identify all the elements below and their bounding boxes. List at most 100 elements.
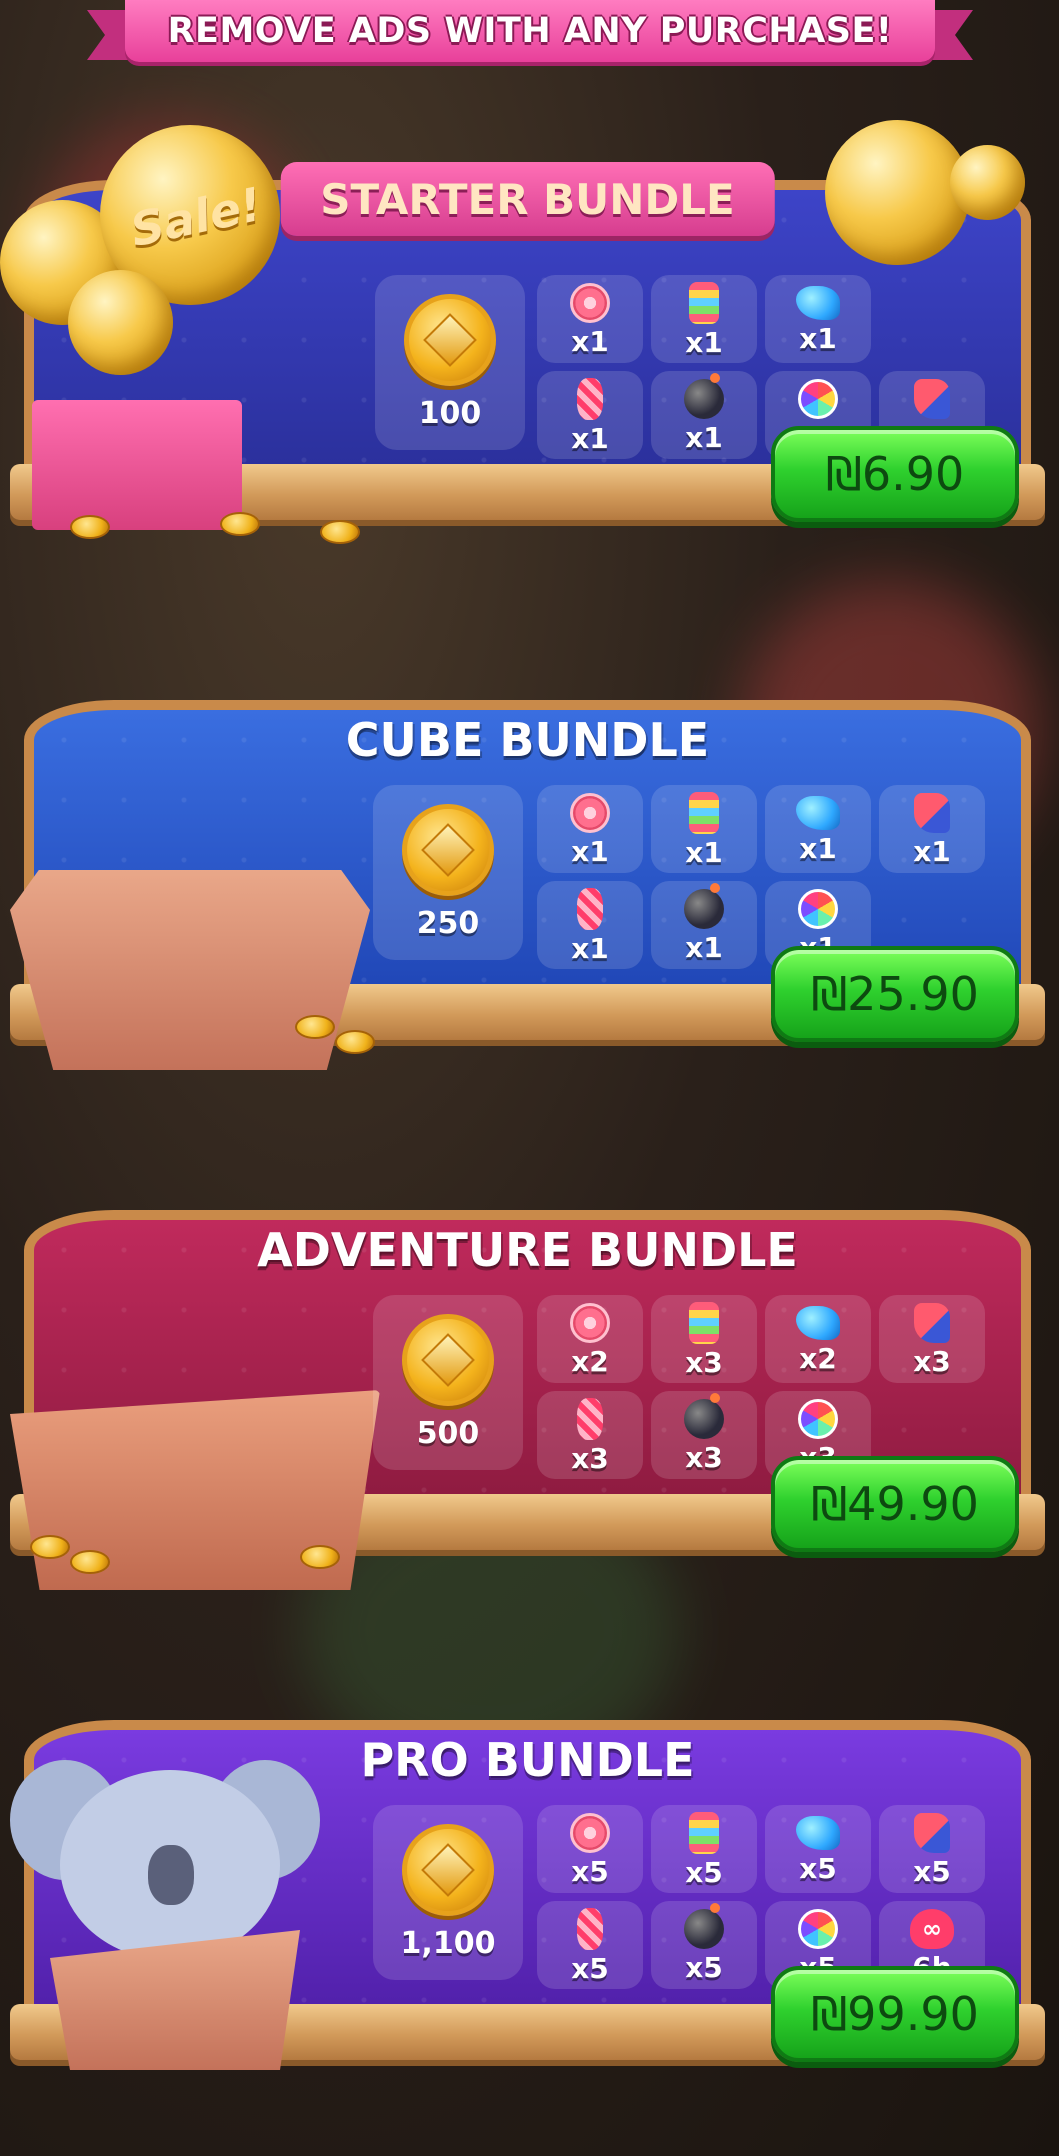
booster-qty: x5: [799, 1851, 837, 1885]
coin-amount: 500: [416, 1416, 480, 1451]
buy-cube-bundle-button[interactable]: ₪25.90: [771, 946, 1019, 1042]
bundle-title-plate: STARTER BUNDLE: [280, 162, 775, 236]
booster-qty: x5: [571, 1951, 609, 1985]
hammer-icon: [914, 792, 950, 833]
candy-rocket-icon: [577, 887, 603, 930]
booster-qty: x5: [571, 1854, 609, 1888]
pinata-llama-icon: [689, 791, 719, 834]
booster-grid: x2 x3 x2 x3 x3 x3 x3: [537, 1295, 985, 1479]
price-label: ₪6.90: [825, 447, 965, 501]
coin-reward: 500: [373, 1295, 523, 1470]
coin-icon: [402, 1824, 494, 1916]
coin-amount: 250: [416, 906, 480, 941]
cube-bundle-card: CUBE BUNDLE 250 x1 x1 x1 x1 x1 x1 x1 ₪25…: [10, 640, 1045, 1070]
booster-item: x5: [765, 1805, 871, 1893]
booster-item: x1: [537, 371, 643, 459]
bundle-title: ADVENTURE BUNDLE: [257, 1223, 798, 1277]
booster-qty: x3: [685, 1440, 723, 1474]
booster-qty: x1: [799, 831, 837, 865]
booster-item: x2: [537, 1295, 643, 1383]
blaster-icon: [796, 1815, 840, 1850]
hammer-icon: [914, 1812, 950, 1853]
bundle-title-plate: ADVENTURE BUNDLE: [217, 1210, 838, 1290]
buy-pro-bundle-button[interactable]: ₪99.90: [771, 1966, 1019, 2062]
coin-icon: [404, 294, 496, 386]
booster-qty: x1: [685, 420, 723, 454]
price-label: ₪25.90: [811, 967, 979, 1021]
booster-item: x5: [537, 1901, 643, 1989]
cardboard-box: [50, 1930, 300, 2070]
remove-ads-text: REMOVE ADS WITH ANY PURCHASE!: [167, 11, 893, 51]
buy-adventure-bundle-button[interactable]: ₪49.90: [771, 1456, 1019, 1552]
coin-reward: 100: [375, 275, 525, 450]
pinata-llama-icon: [689, 1301, 719, 1344]
buy-starter-bundle-button[interactable]: ₪6.90: [771, 426, 1019, 522]
booster-qty: x2: [571, 1344, 609, 1378]
candy-rocket-icon: [577, 1397, 603, 1440]
gold-coin: [30, 1535, 70, 1559]
booster-item: x5: [537, 1805, 643, 1893]
pinata-llama-icon: [689, 281, 719, 324]
booster-item: x1: [537, 881, 643, 969]
gold-balloon: [68, 270, 173, 375]
booster-qty: x1: [571, 931, 609, 965]
hammer-icon: [914, 1302, 950, 1343]
booster-grid: x5 x5 x5 x5 x5 x5 x5 ∞6h: [537, 1805, 985, 1989]
bundle-title: PRO BUNDLE: [360, 1733, 695, 1787]
gold-balloon: [825, 120, 970, 265]
bundle-title: CUBE BUNDLE: [345, 713, 710, 767]
hammer-icon: [914, 378, 950, 419]
gold-coin: [300, 1545, 340, 1569]
booster-item: x5: [651, 1901, 757, 1989]
bomb-icon: [684, 1392, 724, 1439]
color-wheel-icon: [798, 378, 838, 419]
coin-reward: 250: [373, 785, 523, 960]
price-label: ₪49.90: [811, 1477, 979, 1531]
booster-qty: x5: [685, 1855, 723, 1889]
gold-coin: [70, 1550, 110, 1574]
cardboard-box: [10, 870, 370, 1070]
coin-amount: 1,100: [400, 1926, 496, 1961]
blaster-icon: [796, 285, 840, 320]
color-wheel-icon: [798, 1398, 838, 1439]
booster-qty: x5: [913, 1854, 951, 1888]
gold-coin: [335, 1030, 375, 1054]
roll-icon: [570, 1812, 610, 1853]
koala-nose: [148, 1845, 194, 1905]
bundle-title-plate: CUBE BUNDLE: [306, 700, 749, 780]
booster-qty: x3: [685, 1345, 723, 1379]
booster-qty: x1: [685, 930, 723, 964]
candy-rocket-icon: [577, 1907, 603, 1950]
booster-item: x1: [879, 785, 985, 873]
bomb-icon: [684, 1902, 724, 1949]
roll-icon: [570, 282, 610, 323]
booster-item: x1: [651, 785, 757, 873]
booster-qty: x1: [571, 834, 609, 868]
price-label: ₪99.90: [811, 1987, 979, 2041]
booster-item: x3: [651, 1295, 757, 1383]
booster-qty: x1: [685, 325, 723, 359]
pinata-llama-icon: [689, 1811, 719, 1854]
booster-qty: x3: [913, 1344, 951, 1378]
booster-item: x2: [765, 1295, 871, 1383]
coin-amount: 100: [418, 396, 482, 431]
pro-bundle-card: PRO BUNDLE 1,100 x5 x5 x5 x5 x5 x5 x5 ∞6…: [10, 1660, 1045, 2080]
booster-qty: x1: [913, 834, 951, 868]
booster-grid: x1 x1 x1 x1 x1 x1 x1: [537, 785, 985, 969]
bomb-icon: [684, 882, 724, 929]
gold-coin: [320, 520, 360, 544]
roll-icon: [570, 1302, 610, 1343]
bundle-title-plate: PRO BUNDLE: [320, 1720, 734, 1800]
booster-item: x3: [651, 1391, 757, 1479]
gold-balloon: [950, 145, 1025, 220]
koala-mascot: [10, 1740, 330, 2070]
booster-item: x1: [537, 785, 643, 873]
booster-item: x1: [537, 275, 643, 363]
color-wheel-icon: [798, 888, 838, 929]
booster-qty: x3: [571, 1441, 609, 1475]
coin-icon: [402, 804, 494, 896]
booster-item: x1: [651, 881, 757, 969]
booster-item: x1: [765, 275, 871, 363]
booster-item: x5: [879, 1805, 985, 1893]
gold-coin: [295, 1015, 335, 1039]
